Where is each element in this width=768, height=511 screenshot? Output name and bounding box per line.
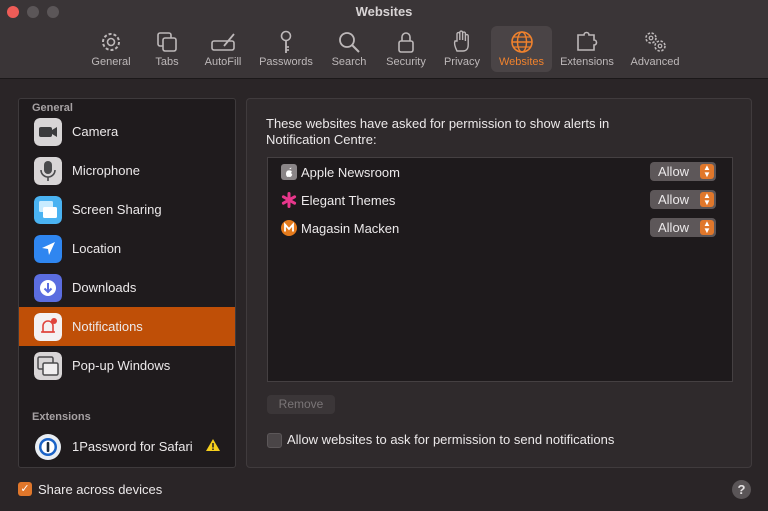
warning-icon <box>206 439 220 451</box>
notifications-panel: These websites have asked for permission… <box>246 98 752 468</box>
permissions-sidebar: General Camera Microphone Screen Sharing… <box>18 98 236 468</box>
sidebar-item-label: Notifications <box>72 319 143 334</box>
tab-security[interactable]: Security <box>380 26 432 72</box>
download-icon <box>34 274 62 302</box>
tab-privacy[interactable]: Privacy <box>438 26 486 72</box>
website-row[interactable]: Apple Newsroom Allow ▲ ▼ <box>268 159 732 187</box>
sidebar-item-label: Pop-up Windows <box>72 358 171 373</box>
tab-tabs[interactable]: Tabs <box>146 26 188 72</box>
tab-search[interactable]: Search <box>326 26 372 72</box>
tab-extensions[interactable]: Extensions <box>556 26 618 72</box>
website-name: Magasin Macken <box>301 221 400 236</box>
website-name: Apple Newsroom <box>301 165 400 180</box>
sidebar-item-popup-windows[interactable]: Pop-up Windows <box>19 346 235 385</box>
microphone-icon <box>34 157 62 185</box>
key-icon <box>280 30 292 53</box>
sidebar-section-extensions: Extensions <box>32 411 91 423</box>
tab-label: AutoFill <box>204 56 242 68</box>
share-across-devices-checkbox[interactable]: ✓ <box>18 482 32 496</box>
permission-value: Allow <box>658 220 690 235</box>
sidebar-item-camera[interactable]: Camera <box>19 112 235 151</box>
gears-icon <box>645 32 666 52</box>
remove-button[interactable]: Remove <box>267 395 335 414</box>
onepassword-icon <box>35 434 61 460</box>
tab-websites[interactable]: Websites <box>491 26 552 72</box>
preferences-toolbar: General Tabs AutoFill Passwords Search S… <box>0 24 768 74</box>
allow-ask-label: Allow websites to ask for permission to … <box>287 432 615 447</box>
sidebar-item-label: Location <box>72 241 122 256</box>
tab-label: Privacy <box>443 56 481 68</box>
globe-icon <box>510 31 533 53</box>
permission-value: Allow <box>658 192 690 207</box>
tab-label: Websites <box>498 56 545 68</box>
tab-label: Extensions <box>560 56 614 68</box>
tab-label: Passwords <box>259 56 313 68</box>
camera-icon <box>34 118 62 146</box>
website-name: Elegant Themes <box>301 193 396 208</box>
tab-label: Tabs <box>155 56 179 68</box>
allow-ask-checkbox[interactable] <box>267 433 282 448</box>
puzzle-icon <box>577 31 598 51</box>
tab-general[interactable]: General <box>86 26 136 72</box>
website-list[interactable]: Apple Newsroom Allow ▲ ▼ Elegant Themes A… <box>267 157 733 382</box>
sidebar-item-label: 1Password for Safari <box>72 439 193 454</box>
tab-label: Advanced <box>630 56 680 68</box>
tab-passwords[interactable]: Passwords <box>254 26 318 72</box>
sidebar-item-label: Camera <box>72 124 119 139</box>
help-button[interactable]: ? <box>732 480 751 499</box>
m-badge-icon <box>281 220 297 236</box>
window-title: Websites <box>355 4 413 19</box>
tab-label: Search <box>331 56 367 68</box>
share-across-devices-label: Share across devices <box>38 482 163 497</box>
tab-label: General <box>91 56 131 68</box>
sidebar-item-screen-sharing[interactable]: Screen Sharing <box>19 190 235 229</box>
screen-sharing-icon <box>34 196 62 224</box>
popup-icon <box>34 352 62 380</box>
title-bar: Websites General Tabs AutoFill Passwords… <box>0 0 768 79</box>
tab-label: Security <box>386 56 426 68</box>
permission-value: Allow <box>658 164 690 179</box>
sidebar-item-1password[interactable]: 1Password for Safari <box>19 427 235 466</box>
autofill-icon <box>211 33 235 51</box>
permission-select[interactable]: Allow ▲ ▼ <box>650 218 716 237</box>
sidebar-item-label: Screen Sharing <box>72 202 162 217</box>
search-icon <box>339 32 360 53</box>
sidebar-item-notifications[interactable]: Notifications <box>19 307 235 346</box>
asterisk-icon <box>281 192 297 208</box>
lock-icon <box>398 32 414 53</box>
tabs-icon <box>157 32 177 52</box>
stepper-arrows-icon: ▲ ▼ <box>700 164 714 179</box>
hand-icon <box>453 30 469 52</box>
permission-select[interactable]: Allow ▲ ▼ <box>650 162 716 181</box>
location-icon <box>34 235 62 263</box>
sidebar-item-location[interactable]: Location <box>19 229 235 268</box>
apple-icon <box>281 164 297 180</box>
tab-autofill[interactable]: AutoFill <box>198 26 248 72</box>
stepper-arrows-icon: ▲ ▼ <box>700 220 714 235</box>
stepper-arrows-icon: ▲ ▼ <box>700 192 714 207</box>
permission-select[interactable]: Allow ▲ ▼ <box>650 190 716 209</box>
bell-icon <box>34 313 62 341</box>
sidebar-item-microphone[interactable]: Microphone <box>19 151 235 190</box>
website-row[interactable]: Elegant Themes Allow ▲ ▼ <box>268 187 732 215</box>
sidebar-item-label: Microphone <box>72 163 140 178</box>
tab-advanced[interactable]: Advanced <box>624 26 686 72</box>
permission-prompt: These websites have asked for permission… <box>266 116 610 147</box>
sidebar-item-downloads[interactable]: Downloads <box>19 268 235 307</box>
gear-icon <box>102 33 120 51</box>
sidebar-item-label: Downloads <box>72 280 137 295</box>
website-row[interactable]: Magasin Macken Allow ▲ ▼ <box>268 215 732 243</box>
